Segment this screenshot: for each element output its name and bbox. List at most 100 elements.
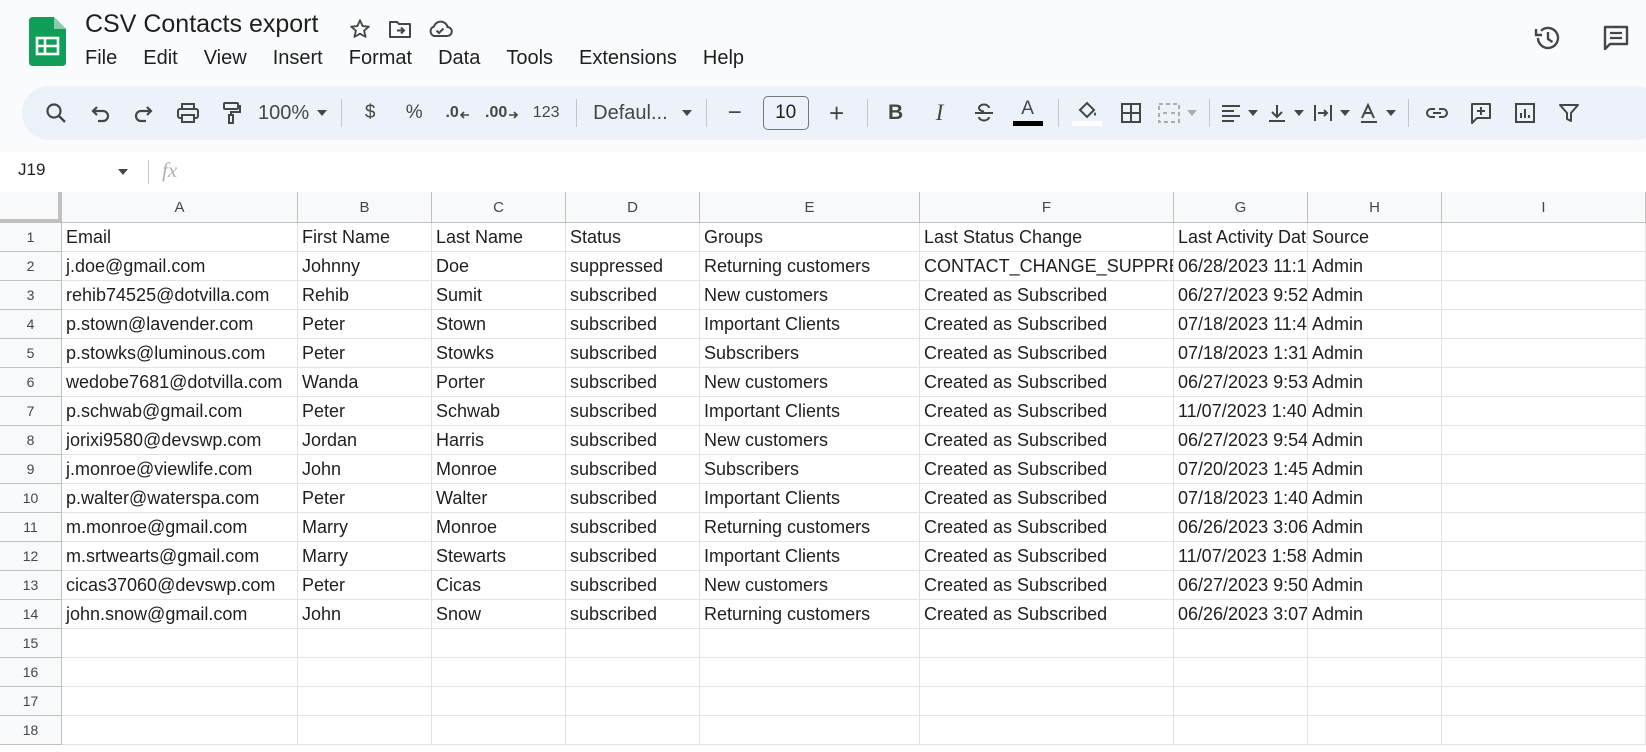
cell-d17[interactable] [566, 687, 700, 716]
cell-i18[interactable] [1442, 716, 1646, 745]
cell-h7[interactable]: Admin [1308, 397, 1442, 426]
menu-data[interactable]: Data [438, 47, 480, 70]
row-header-6[interactable]: 6 [0, 368, 62, 397]
cell-g8[interactable]: 06/27/2023 9:54 [1174, 426, 1308, 455]
horizontal-align-icon[interactable] [1220, 95, 1258, 131]
row-header-4[interactable]: 4 [0, 310, 62, 339]
cell-d5[interactable]: subscribed [566, 339, 700, 368]
percent-format-button[interactable]: % [396, 95, 432, 131]
document-title[interactable]: CSV Contacts export [85, 10, 318, 39]
cell-b18[interactable] [298, 716, 432, 745]
cell-f15[interactable] [920, 629, 1174, 658]
cell-b17[interactable] [298, 687, 432, 716]
cell-f18[interactable] [920, 716, 1174, 745]
text-rotation-icon[interactable] [1358, 95, 1396, 131]
cell-f5[interactable]: Created as Subscribed [920, 339, 1174, 368]
cell-i9[interactable] [1442, 455, 1646, 484]
increase-font-size-button[interactable]: + [819, 95, 855, 131]
cell-c2[interactable]: Doe [432, 252, 566, 281]
bold-button[interactable]: B [878, 95, 914, 131]
cell-f16[interactable] [920, 658, 1174, 687]
cell-g2[interactable]: 06/28/2023 11:13 [1174, 252, 1308, 281]
row-header-15[interactable]: 15 [0, 629, 62, 658]
column-header-c[interactable]: C [432, 192, 566, 223]
cell-f7[interactable]: Created as Subscribed [920, 397, 1174, 426]
cell-b3[interactable]: Rehib [298, 281, 432, 310]
column-header-h[interactable]: H [1308, 192, 1442, 223]
row-header-3[interactable]: 3 [0, 281, 62, 310]
merge-cells-icon[interactable] [1157, 95, 1197, 131]
menu-edit[interactable]: Edit [143, 47, 177, 70]
insert-chart-icon[interactable] [1507, 95, 1543, 131]
cell-c4[interactable]: Stown [432, 310, 566, 339]
cell-i5[interactable] [1442, 339, 1646, 368]
cell-a15[interactable] [62, 629, 298, 658]
comments-icon[interactable] [1598, 20, 1634, 56]
cell-i2[interactable] [1442, 252, 1646, 281]
currency-format-button[interactable]: $ [352, 95, 388, 131]
cell-e16[interactable] [700, 658, 920, 687]
row-header-12[interactable]: 12 [0, 542, 62, 571]
search-menus-icon[interactable] [38, 95, 74, 131]
column-header-d[interactable]: D [566, 192, 700, 223]
cell-i14[interactable] [1442, 600, 1646, 629]
cell-g14[interactable]: 06/26/2023 3:07 [1174, 600, 1308, 629]
chevron-down-icon[interactable] [118, 169, 128, 175]
cell-c7[interactable]: Schwab [432, 397, 566, 426]
cell-a11[interactable]: m.monroe@gmail.com [62, 513, 298, 542]
print-icon[interactable] [170, 95, 206, 131]
cell-h15[interactable] [1308, 629, 1442, 658]
cell-d14[interactable]: subscribed [566, 600, 700, 629]
cell-h4[interactable]: Admin [1308, 310, 1442, 339]
row-header-9[interactable]: 9 [0, 455, 62, 484]
cell-d8[interactable]: subscribed [566, 426, 700, 455]
cell-c13[interactable]: Cicas [432, 571, 566, 600]
cell-a6[interactable]: wedobe7681@dotvilla.com [62, 368, 298, 397]
cell-e10[interactable]: Important Clients [700, 484, 920, 513]
cloud-saved-icon[interactable] [425, 14, 455, 44]
cell-a1[interactable]: Email [62, 223, 298, 252]
cell-c3[interactable]: Sumit [432, 281, 566, 310]
more-formats-button[interactable]: 123 [528, 95, 564, 131]
cell-b1[interactable]: First Name [298, 223, 432, 252]
cell-c5[interactable]: Stowks [432, 339, 566, 368]
cell-g10[interactable]: 07/18/2023 1:40 [1174, 484, 1308, 513]
cell-g3[interactable]: 06/27/2023 9:52 [1174, 281, 1308, 310]
cell-a10[interactable]: p.walter@waterspa.com [62, 484, 298, 513]
decrease-font-size-button[interactable]: − [717, 95, 753, 131]
insert-comment-icon[interactable] [1463, 95, 1499, 131]
cell-e7[interactable]: Important Clients [700, 397, 920, 426]
cell-i3[interactable] [1442, 281, 1646, 310]
cell-d3[interactable]: subscribed [566, 281, 700, 310]
cell-h8[interactable]: Admin [1308, 426, 1442, 455]
cell-d16[interactable] [566, 658, 700, 687]
cell-a2[interactable]: j.doe@gmail.com [62, 252, 298, 281]
cell-f2[interactable]: CONTACT_CHANGE_SUPPRESSED [920, 252, 1174, 281]
cell-g18[interactable] [1174, 716, 1308, 745]
cell-c8[interactable]: Harris [432, 426, 566, 455]
filter-icon[interactable] [1551, 95, 1587, 131]
cell-d7[interactable]: subscribed [566, 397, 700, 426]
cell-g9[interactable]: 07/20/2023 1:45 [1174, 455, 1308, 484]
zoom-select[interactable]: 100% [258, 102, 328, 125]
row-header-17[interactable]: 17 [0, 687, 62, 716]
cell-c11[interactable]: Monroe [432, 513, 566, 542]
menu-format[interactable]: Format [349, 47, 412, 70]
cell-h5[interactable]: Admin [1308, 339, 1442, 368]
sheets-logo-icon[interactable] [29, 17, 66, 66]
cell-f6[interactable]: Created as Subscribed [920, 368, 1174, 397]
cell-c10[interactable]: Walter [432, 484, 566, 513]
cell-a5[interactable]: p.stowks@luminous.com [62, 339, 298, 368]
cell-e14[interactable]: Returning customers [700, 600, 920, 629]
row-header-14[interactable]: 14 [0, 600, 62, 629]
cell-b4[interactable]: Peter [298, 310, 432, 339]
fill-color-icon[interactable] [1069, 95, 1105, 131]
cell-f11[interactable]: Created as Subscribed [920, 513, 1174, 542]
row-header-5[interactable]: 5 [0, 339, 62, 368]
cell-f8[interactable]: Created as Subscribed [920, 426, 1174, 455]
cell-i1[interactable] [1442, 223, 1646, 252]
paint-format-icon[interactable] [214, 95, 250, 131]
cell-c6[interactable]: Porter [432, 368, 566, 397]
cell-a13[interactable]: cicas37060@devswp.com [62, 571, 298, 600]
cell-a3[interactable]: rehib74525@dotvilla.com [62, 281, 298, 310]
